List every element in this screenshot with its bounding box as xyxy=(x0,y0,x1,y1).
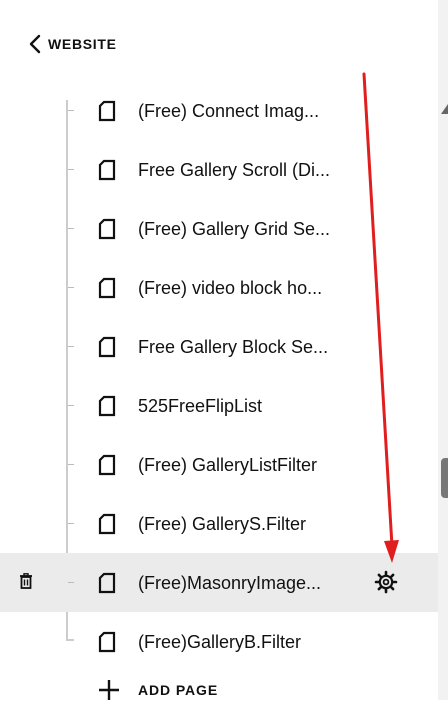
page-label: (Free) Gallery Grid Se... xyxy=(138,219,331,239)
gear-icon[interactable] xyxy=(374,570,398,594)
tree-tick xyxy=(68,110,74,111)
tree-tick xyxy=(68,464,74,465)
page-label: 525FreeFlipList xyxy=(138,396,263,416)
page-row[interactable]: (Free) GalleryS.Filter xyxy=(0,494,438,553)
page-row[interactable]: Free Gallery Scroll (Di... xyxy=(0,140,438,199)
page-row[interactable]: (Free)GalleryB.Filter xyxy=(0,612,438,671)
page-icon xyxy=(98,218,116,240)
tree-tick xyxy=(68,346,74,347)
page-icon xyxy=(98,100,116,122)
page-label: (Free)GalleryB.Filter xyxy=(138,632,302,652)
scroll-up-arrow-icon[interactable] xyxy=(441,104,448,114)
page-label: Free Gallery Scroll (Di... xyxy=(138,160,331,180)
add-page-label: ADD PAGE xyxy=(138,682,219,698)
page-row[interactable]: (Free) GalleryListFilter xyxy=(0,435,438,494)
scrollbar-thumb[interactable] xyxy=(441,458,448,498)
page-label: (Free) GalleryListFilter xyxy=(138,455,318,475)
add-page-button[interactable]: ADD PAGE xyxy=(98,679,218,701)
page-label: (Free) Connect Imag... xyxy=(138,101,320,121)
chevron-left-icon xyxy=(29,34,41,54)
page-row-selected[interactable]: (Free)MasonryImage... xyxy=(0,553,438,612)
page-icon xyxy=(98,572,116,594)
page-row[interactable]: 525FreeFlipList xyxy=(0,376,438,435)
page-row[interactable]: Free Gallery Block Se... xyxy=(0,317,438,376)
page-label: (Free) GalleryS.Filter xyxy=(138,514,307,534)
tree-tick xyxy=(68,405,74,406)
tree-tick xyxy=(68,228,74,229)
page-label: (Free) video block ho... xyxy=(138,278,323,298)
page-icon xyxy=(98,159,116,181)
page-icon xyxy=(98,631,116,653)
page-row[interactable]: (Free) Connect Imag... xyxy=(0,81,438,140)
tree-tick xyxy=(68,582,74,583)
page-row[interactable]: (Free) Gallery Grid Se... xyxy=(0,199,438,258)
back-to-website[interactable]: WEBSITE xyxy=(28,33,117,55)
page-icon xyxy=(98,513,116,535)
page-icon xyxy=(98,454,116,476)
tree-tick xyxy=(68,287,74,288)
page-icon xyxy=(98,277,116,299)
page-icon xyxy=(98,395,116,417)
plus-icon xyxy=(99,680,119,700)
page-row[interactable]: (Free) video block ho... xyxy=(0,258,438,317)
tree-tick xyxy=(68,169,74,170)
page-icon xyxy=(98,336,116,358)
page-label: Free Gallery Block Se... xyxy=(138,337,329,357)
page-label: (Free)MasonryImage... xyxy=(138,573,322,593)
trash-icon[interactable] xyxy=(19,573,33,589)
header-title: WEBSITE xyxy=(48,36,117,52)
tree-tick xyxy=(68,523,74,524)
